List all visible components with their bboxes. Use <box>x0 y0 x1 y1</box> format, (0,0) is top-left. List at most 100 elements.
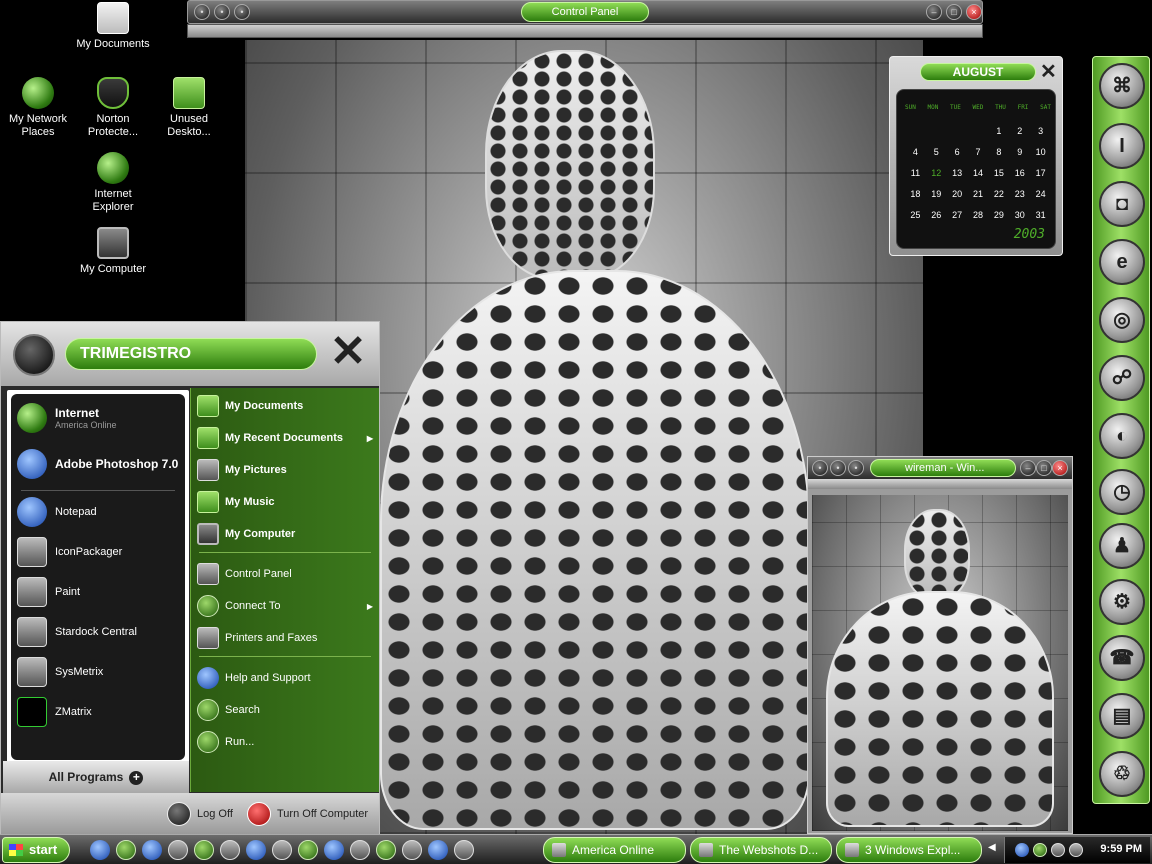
minimize-icon[interactable]: – <box>926 4 942 20</box>
dock-frame-icon[interactable]: ◘ <box>1099 181 1145 227</box>
taskbar-button-webshots[interactable]: The Webshots D... <box>690 837 832 863</box>
desktop-icon-my-computer[interactable]: My Computer <box>75 227 151 276</box>
tray-network-icon[interactable] <box>1015 843 1029 857</box>
calendar-day[interactable]: 25 <box>905 210 926 222</box>
clock[interactable]: 9:59 PM <box>1100 843 1142 855</box>
dock-clock-icon[interactable]: ◷ <box>1099 469 1145 515</box>
desktop-icon-my-network-places[interactable]: My Network Places <box>0 77 76 139</box>
quicklaunch-explorer-icon[interactable] <box>428 840 448 860</box>
dock-text-icon[interactable]: I <box>1099 123 1145 169</box>
quicklaunch-messenger-icon[interactable] <box>324 840 344 860</box>
calendar-day[interactable]: 3 <box>1030 126 1051 138</box>
calendar-day[interactable]: 8 <box>988 147 1009 159</box>
quicklaunch-browser-icon[interactable] <box>142 840 162 860</box>
dock-folder-icon[interactable]: ▤ <box>1099 693 1145 739</box>
wireman-window[interactable]: • • • wireman - Win... – □ × <box>807 456 1073 834</box>
calendar-day[interactable]: 31 <box>1030 210 1051 222</box>
start-menu-printers-faxes[interactable]: Printers and Faxes <box>197 625 373 651</box>
menu-icon[interactable]: • <box>812 460 828 476</box>
start-menu-item-zmatrix[interactable]: ZMatrix <box>17 694 92 730</box>
maximize-icon[interactable]: □ <box>1036 460 1052 476</box>
quicklaunch-app-icon[interactable] <box>350 840 370 860</box>
quicklaunch-media-icon[interactable] <box>168 840 188 860</box>
calendar-day[interactable]: 15 <box>988 168 1009 180</box>
dock-network-icon[interactable]: ☍ <box>1099 355 1145 401</box>
tray-globe-icon[interactable] <box>1033 843 1047 857</box>
quicklaunch-calendar-icon[interactable] <box>402 840 422 860</box>
all-programs-button[interactable]: All Programs + <box>3 761 189 793</box>
calendar-day[interactable]: 28 <box>968 210 989 222</box>
dock-mac-icon[interactable]: ⌘ <box>1099 63 1145 109</box>
start-menu-connect-to[interactable]: Connect To ▶ <box>197 593 373 619</box>
start-menu-run[interactable]: Run... <box>197 729 373 755</box>
pin-icon[interactable]: • <box>214 4 230 20</box>
quicklaunch-matrix-icon[interactable] <box>194 840 214 860</box>
quicklaunch-network-icon[interactable] <box>376 840 396 860</box>
calendar-day[interactable]: 21 <box>968 189 989 201</box>
calendar-day[interactable]: 16 <box>1009 168 1030 180</box>
calendar-day[interactable]: 29 <box>988 210 1009 222</box>
dock-aim-icon[interactable]: ♟ <box>1099 523 1145 569</box>
start-menu-item-iconpackager[interactable]: IconPackager <box>17 534 122 570</box>
start-menu-help-support[interactable]: Help and Support <box>197 665 373 691</box>
dock-power-icon[interactable]: ◎ <box>1099 297 1145 343</box>
calendar-day[interactable]: 27 <box>947 210 968 222</box>
start-menu-item-stardock-central[interactable]: Stardock Central <box>17 614 137 650</box>
calendar-day[interactable]: 10 <box>1030 147 1051 159</box>
rollup-icon[interactable]: • <box>234 4 250 20</box>
calendar-close-icon[interactable]: ✕ <box>1040 59 1057 84</box>
calendar-day[interactable]: 1 <box>988 126 1009 138</box>
calendar-day[interactable]: 12 <box>926 168 947 180</box>
calendar-day[interactable]: 20 <box>947 189 968 201</box>
start-menu-my-music[interactable]: My Music <box>197 489 373 515</box>
close-icon[interactable]: × <box>1052 460 1068 476</box>
desktop-icon-internet-explorer[interactable]: Internet Explorer <box>75 152 151 214</box>
calendar-day[interactable]: 6 <box>947 147 968 159</box>
tray-app-icon[interactable] <box>1069 843 1083 857</box>
calendar-day[interactable]: 2 <box>1009 126 1030 138</box>
dock-recycle-bin-icon[interactable]: ♲ <box>1099 751 1145 797</box>
minimize-icon[interactable]: – <box>1020 460 1036 476</box>
calendar-day[interactable]: 13 <box>947 168 968 180</box>
start-menu-my-documents[interactable]: My Documents <box>197 393 373 419</box>
desktop-icon-norton[interactable]: Norton Protecte... <box>75 77 151 139</box>
maximize-icon[interactable]: □ <box>946 4 962 20</box>
calendar-day[interactable]: 19 <box>926 189 947 201</box>
dock-browser-icon[interactable]: e <box>1099 239 1145 285</box>
avatar[interactable] <box>13 334 55 376</box>
calendar-day[interactable]: 22 <box>988 189 1009 201</box>
tray-expand-icon[interactable]: ◀ <box>988 842 996 853</box>
rollup-icon[interactable]: • <box>848 460 864 476</box>
start-menu-my-computer[interactable]: My Computer <box>197 521 373 547</box>
start-menu-search[interactable]: Search <box>197 697 373 723</box>
quicklaunch-aol-icon[interactable] <box>246 840 266 860</box>
start-menu-my-pictures[interactable]: My Pictures <box>197 457 373 483</box>
desktop-icon-my-documents[interactable]: My Documents <box>75 2 151 51</box>
taskbar-button-aol[interactable]: America Online <box>543 837 686 863</box>
control-panel-titlebar[interactable]: • • • Control Panel – □ × <box>187 0 983 24</box>
turn-off-button[interactable]: Turn Off Computer <box>247 801 368 827</box>
calendar-day[interactable]: 7 <box>968 147 989 159</box>
quicklaunch-globe-icon[interactable] <box>116 840 136 860</box>
start-menu-item-paint[interactable]: Paint <box>17 574 80 610</box>
calendar-day[interactable]: 9 <box>1009 147 1030 159</box>
start-menu-control-panel[interactable]: Control Panel <box>197 561 373 587</box>
quicklaunch-desktop-icon[interactable] <box>298 840 318 860</box>
close-icon[interactable]: × <box>966 4 982 20</box>
taskbar-button-explorer[interactable]: 3 Windows Expl... <box>836 837 982 863</box>
calendar-day[interactable]: 30 <box>1009 210 1030 222</box>
quicklaunch-ie-icon[interactable] <box>90 840 110 860</box>
dock-settings-icon[interactable]: ⚙ <box>1099 579 1145 625</box>
menu-icon[interactable]: • <box>194 4 210 20</box>
calendar-day[interactable]: 23 <box>1009 189 1030 201</box>
start-button[interactable]: start <box>2 837 70 863</box>
quicklaunch-stardock-icon[interactable] <box>272 840 292 860</box>
start-menu-item-notepad[interactable]: Notepad <box>17 494 97 530</box>
calendar-day[interactable]: 18 <box>905 189 926 201</box>
desktop-icon-unused-desktop[interactable]: Unused Deskto... <box>151 77 227 139</box>
dock-phone-icon[interactable]: ☎ <box>1099 635 1145 681</box>
start-menu-pinned-internet[interactable]: Internet America Online <box>17 400 117 436</box>
calendar-day[interactable]: 24 <box>1030 189 1051 201</box>
calendar-day[interactable]: 17 <box>1030 168 1051 180</box>
tray-speaker-icon[interactable] <box>1051 843 1065 857</box>
